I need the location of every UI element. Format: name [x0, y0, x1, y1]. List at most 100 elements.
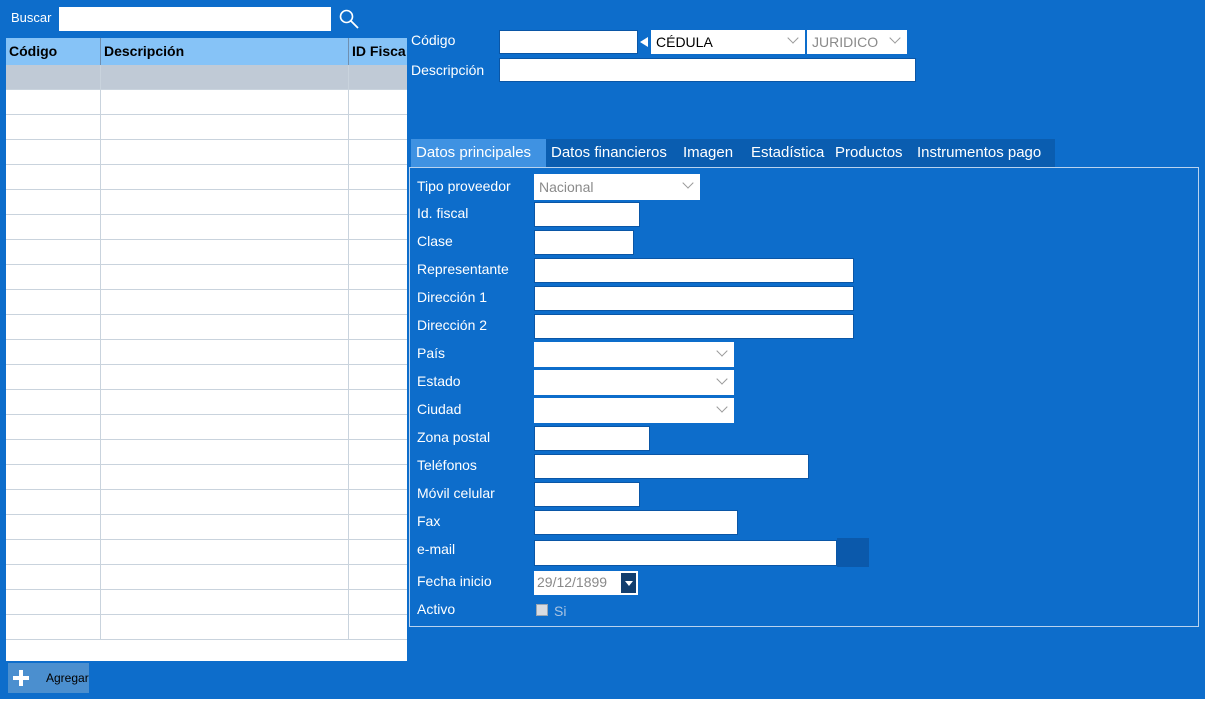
table-row[interactable] [6, 190, 407, 215]
table-row[interactable] [6, 340, 407, 365]
table-cell[interactable] [349, 490, 407, 515]
table-cell[interactable] [101, 240, 349, 265]
table-cell[interactable] [101, 540, 349, 565]
table-cell[interactable] [101, 440, 349, 465]
table-cell[interactable] [6, 340, 101, 365]
table-cell[interactable] [101, 140, 349, 165]
estado-select[interactable] [534, 370, 734, 395]
direccion2-input[interactable] [534, 314, 854, 339]
table-cell[interactable] [101, 340, 349, 365]
table-cell[interactable] [6, 165, 101, 190]
calendar-dropdown-button[interactable] [621, 573, 636, 593]
table-cell[interactable] [349, 590, 407, 615]
table-row[interactable] [6, 165, 407, 190]
table-cell[interactable] [349, 465, 407, 490]
column-header-id-fiscal[interactable]: ID Fisca [349, 38, 407, 65]
table-cell[interactable] [6, 390, 101, 415]
movil-input[interactable] [534, 482, 640, 507]
table-row[interactable] [6, 240, 407, 265]
table-cell[interactable] [349, 340, 407, 365]
table-cell[interactable] [6, 315, 101, 340]
tab-imagen[interactable]: Imagen [678, 139, 746, 167]
table-cell[interactable] [349, 365, 407, 390]
table-cell[interactable] [101, 490, 349, 515]
codigo-input[interactable] [499, 30, 638, 54]
table-cell[interactable] [6, 215, 101, 240]
table-cell[interactable] [101, 165, 349, 190]
table-cell[interactable] [349, 115, 407, 140]
table-cell[interactable] [101, 190, 349, 215]
table-cell[interactable] [349, 540, 407, 565]
table-cell[interactable] [349, 440, 407, 465]
clase-input[interactable] [534, 230, 634, 255]
table-row[interactable] [6, 390, 407, 415]
table-cell[interactable] [349, 615, 407, 640]
table-cell[interactable] [6, 565, 101, 590]
table-cell[interactable] [349, 90, 407, 115]
table-cell[interactable] [6, 615, 101, 640]
table-cell[interactable] [101, 265, 349, 290]
table-cell[interactable] [6, 515, 101, 540]
table-row[interactable] [6, 440, 407, 465]
table-cell[interactable] [101, 465, 349, 490]
table-cell[interactable] [101, 515, 349, 540]
descripcion-input[interactable] [499, 58, 916, 82]
email-send-button[interactable] [837, 538, 869, 567]
fax-input[interactable] [534, 510, 738, 535]
table-row[interactable] [6, 615, 407, 640]
table-row[interactable] [6, 315, 407, 340]
direccion1-input[interactable] [534, 286, 854, 311]
zona-postal-input[interactable] [534, 426, 650, 451]
table-cell[interactable] [6, 190, 101, 215]
tab-estadistica[interactable]: Estadística [746, 139, 830, 167]
table-cell[interactable] [349, 265, 407, 290]
table-cell[interactable] [6, 140, 101, 165]
id-fiscal-input[interactable] [534, 202, 640, 227]
pais-select[interactable] [534, 342, 734, 367]
email-input[interactable] [534, 540, 837, 566]
table-cell[interactable] [101, 315, 349, 340]
table-cell[interactable] [6, 65, 101, 90]
table-cell[interactable] [101, 215, 349, 240]
table-cell[interactable] [6, 440, 101, 465]
search-icon[interactable] [338, 8, 360, 30]
table-cell[interactable] [101, 390, 349, 415]
table-cell[interactable] [6, 90, 101, 115]
table-cell[interactable] [101, 365, 349, 390]
table-cell[interactable] [101, 565, 349, 590]
add-button[interactable]: Agregar [8, 663, 89, 693]
supplier-grid[interactable]: Código Descripción ID Fisca [6, 38, 407, 661]
table-cell[interactable] [349, 215, 407, 240]
table-cell[interactable] [349, 65, 407, 90]
table-row[interactable] [6, 90, 407, 115]
table-cell[interactable] [101, 415, 349, 440]
table-cell[interactable] [349, 415, 407, 440]
table-row[interactable] [6, 515, 407, 540]
table-row[interactable] [6, 490, 407, 515]
table-cell[interactable] [6, 590, 101, 615]
table-cell[interactable] [6, 115, 101, 140]
table-cell[interactable] [6, 540, 101, 565]
column-header-codigo[interactable]: Código [6, 38, 101, 65]
person-type-select[interactable]: JURIDICO [807, 30, 907, 54]
table-cell[interactable] [101, 615, 349, 640]
table-cell[interactable] [6, 265, 101, 290]
table-cell[interactable] [101, 115, 349, 140]
table-cell[interactable] [6, 240, 101, 265]
tab-productos[interactable]: Productos [830, 139, 912, 167]
table-cell[interactable] [6, 465, 101, 490]
table-cell[interactable] [349, 290, 407, 315]
table-row[interactable] [6, 65, 407, 90]
table-row[interactable] [6, 590, 407, 615]
column-header-descripcion[interactable]: Descripción [101, 38, 349, 65]
table-row[interactable] [6, 115, 407, 140]
table-row[interactable] [6, 140, 407, 165]
table-cell[interactable] [6, 290, 101, 315]
fecha-inicio-picker[interactable]: 29/12/1899 [534, 571, 638, 595]
table-cell[interactable] [349, 140, 407, 165]
tab-datos-financieros[interactable]: Datos financieros [546, 139, 678, 167]
table-cell[interactable] [349, 515, 407, 540]
table-row[interactable] [6, 540, 407, 565]
activo-checkbox[interactable] [536, 604, 548, 616]
table-row[interactable] [6, 415, 407, 440]
